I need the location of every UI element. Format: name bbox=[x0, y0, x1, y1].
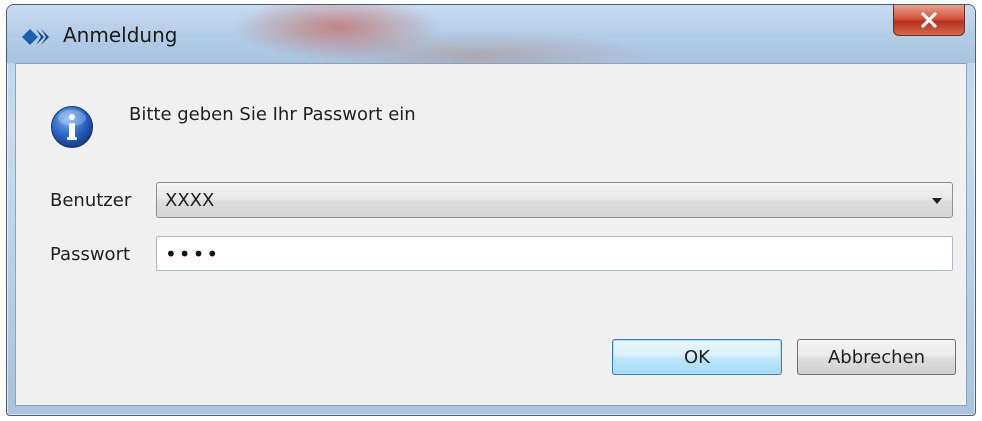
app-logo-icon bbox=[21, 27, 51, 47]
login-dialog-window: Anmeldung Bitte geben Sie Ihr Passwort e… bbox=[6, 4, 976, 416]
chevron-down-icon bbox=[932, 198, 942, 204]
close-icon bbox=[921, 12, 937, 28]
cancel-button[interactable]: Abbrechen bbox=[797, 339, 956, 375]
user-select[interactable]: XXXX bbox=[156, 182, 953, 218]
window-title: Anmeldung bbox=[63, 23, 178, 47]
password-field[interactable] bbox=[156, 236, 953, 271]
close-button[interactable] bbox=[893, 5, 965, 36]
ok-button[interactable]: OK bbox=[612, 339, 782, 375]
info-icon bbox=[50, 105, 94, 149]
prompt-message: Bitte geben Sie Ihr Passwort ein bbox=[129, 104, 416, 125]
dialog-body: Bitte geben Sie Ihr Passwort ein Benutze… bbox=[15, 63, 967, 406]
title-bar[interactable]: Anmeldung bbox=[7, 5, 975, 63]
user-label: Benutzer bbox=[50, 190, 132, 211]
password-label: Passwort bbox=[50, 244, 131, 265]
user-select-value: XXXX bbox=[165, 190, 215, 211]
